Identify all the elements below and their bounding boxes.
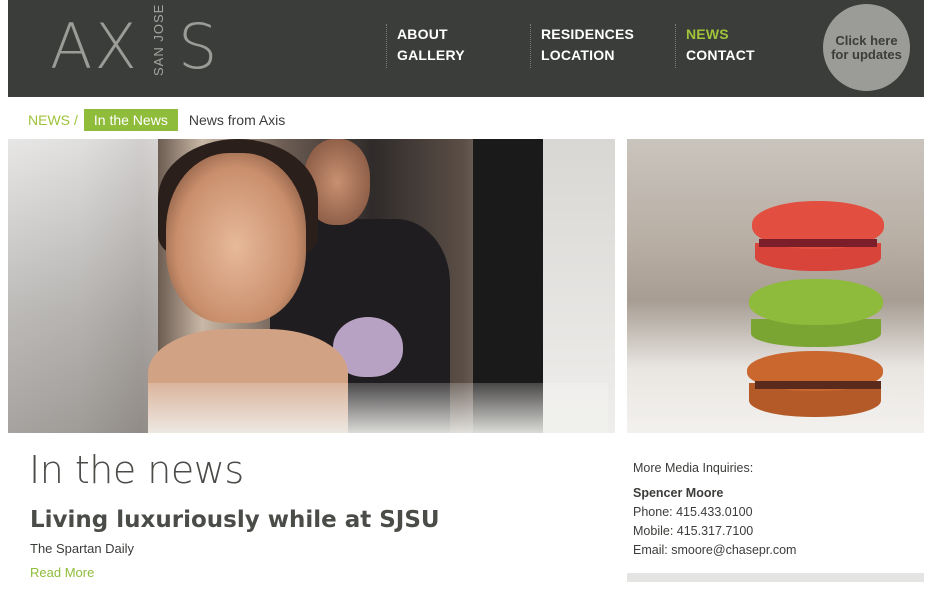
breadcrumb-in-the-news[interactable]: In the News <box>83 109 178 131</box>
updates-cta-button[interactable]: Click here for updates <box>823 4 910 91</box>
nav-news[interactable]: NEWS <box>686 24 755 45</box>
breadcrumb-news-link[interactable]: NEWS <box>28 112 70 128</box>
nav-column-2: RESIDENCES LOCATION <box>530 24 634 68</box>
contact-phone: Phone: 415.433.0100 <box>633 505 753 519</box>
site-header: AX SAN JOSE S ABOUT GALLERY RESIDENCES L… <box>8 0 924 97</box>
breadcrumb-news-from-axis[interactable]: News from Axis <box>189 112 285 128</box>
nav-contact[interactable]: CONTACT <box>686 45 755 66</box>
media-inquiries: More Media Inquiries: Spencer Moore Phon… <box>633 459 796 560</box>
nav-column-1: ABOUT GALLERY <box>386 24 465 68</box>
hero-photo <box>8 139 615 433</box>
macarons-photo <box>627 139 924 433</box>
media-inquiries-label: More Media Inquiries: <box>633 461 754 475</box>
article-title[interactable]: Living luxuriously while at SJSU <box>30 509 440 532</box>
contact-mobile: Mobile: 415.317.7100 <box>633 524 754 538</box>
logo-s: S <box>178 10 220 83</box>
contact-name: Spencer Moore <box>633 486 724 500</box>
nav-about[interactable]: ABOUT <box>397 24 465 45</box>
cta-line-1: Click here <box>835 32 898 48</box>
logo-ax: AX <box>50 10 139 83</box>
logo-san-jose: SAN JOSE <box>151 3 166 76</box>
nav-residences[interactable]: RESIDENCES <box>541 24 634 45</box>
read-more-link[interactable]: Read More <box>30 565 94 580</box>
nav-gallery[interactable]: GALLERY <box>397 45 465 66</box>
page-title: In the news <box>29 448 244 492</box>
nav-column-3: NEWS CONTACT <box>675 24 755 68</box>
contact-email[interactable]: Email: smoore@chasepr.com <box>633 541 796 560</box>
sidebar-divider <box>627 573 924 582</box>
cta-line-2: for updates <box>831 46 902 62</box>
article-source: The Spartan Daily <box>30 541 135 556</box>
breadcrumb: NEWS / In the News News from Axis <box>28 109 285 131</box>
breadcrumb-separator: / <box>74 112 78 128</box>
nav-location[interactable]: LOCATION <box>541 45 634 66</box>
